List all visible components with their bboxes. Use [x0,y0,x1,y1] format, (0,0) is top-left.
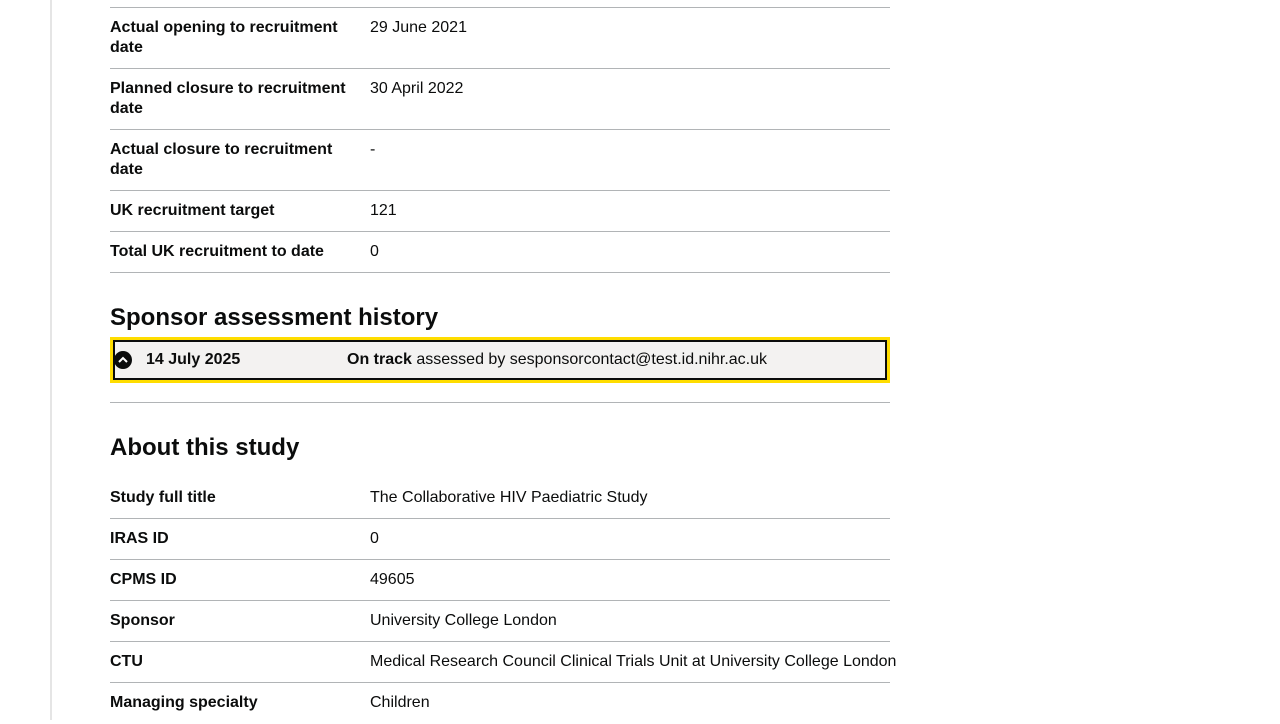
about-key: Sponsor [110,612,175,629]
summary-key: Actual closure to recruitment date [110,141,333,178]
assessment-status-line: On track assessed by sesponsorcontact@te… [347,350,767,370]
summary-key: Total UK recruitment to date [110,243,324,260]
about-row-cpms-id: CPMS ID 49605 [110,560,890,601]
summary-key: UK recruitment target [110,202,275,219]
about-key: CPMS ID [110,571,177,588]
summary-value: 30 April 2022 [370,80,464,97]
summary-value: 0 [370,243,379,260]
chevron-up-icon [114,351,132,369]
about-row-sponsor: Sponsor University College London [110,601,890,642]
about-study-heading: About this study [110,434,300,461]
summary-row-total-recruitment: Total UK recruitment to date 0 [110,232,890,273]
summary-row-recruitment-target: UK recruitment target 121 [110,191,890,232]
about-row-iras-id: IRAS ID 0 [110,519,890,560]
about-key: Managing specialty [110,694,258,711]
summary-row-planned-closure: Planned closure to recruitment date 30 A… [110,69,890,130]
assessment-status: On track [347,351,412,368]
summary-row-actual-closure: Actual closure to recruitment date - [110,130,890,191]
about-value: 49605 [370,571,415,588]
about-key: CTU [110,653,143,670]
about-row-managing-specialty: Managing specialty Children [110,683,890,724]
about-value: 0 [370,530,379,547]
summary-key: Actual opening to recruitment date [110,19,338,56]
assessment-assessed-by: assessed by sesponsorcontact@test.id.nih… [416,351,768,368]
summary-value: 29 June 2021 [370,19,467,36]
section-divider [110,402,890,403]
about-row-full-title: Study full title The Collaborative HIV P… [110,478,890,519]
summary-value: 121 [370,202,397,219]
summary-value: - [370,141,376,158]
assessment-accordion-toggle[interactable]: 14 July 2025 On track assessed by sespon… [110,337,890,383]
about-value: Medical Research Council Clinical Trials… [370,653,897,670]
summary-row-actual-opening: Actual opening to recruitment date 29 Ju… [110,8,890,69]
about-key: IRAS ID [110,530,169,547]
assessment-date: 14 July 2025 [146,351,241,368]
page-left-border [50,0,52,720]
assessment-history-heading: Sponsor assessment history [110,304,439,331]
about-key: Study full title [110,489,216,506]
about-row-ctu: CTU Medical Research Council Clinical Tr… [110,642,897,683]
about-value: University College London [370,612,557,629]
about-value: The Collaborative HIV Paediatric Study [370,489,648,506]
about-value: Children [370,694,430,711]
summary-key: Planned closure to recruitment date [110,80,346,117]
